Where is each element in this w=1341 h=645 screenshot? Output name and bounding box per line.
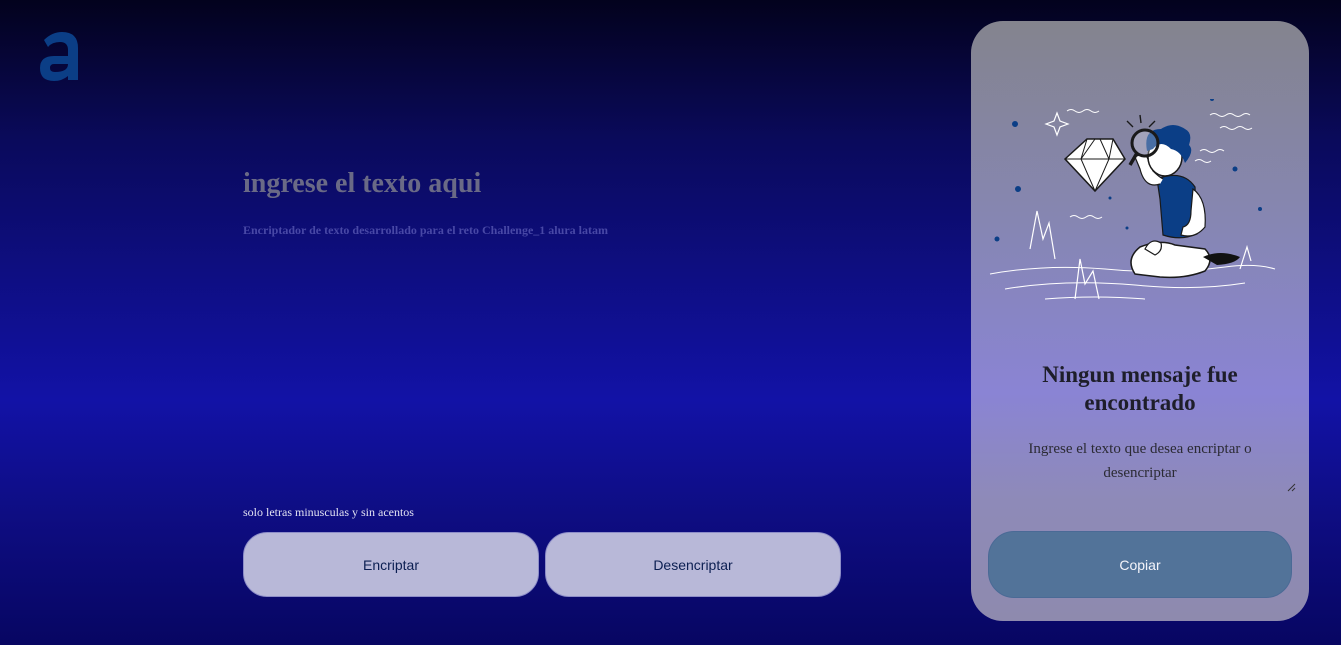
- subtitle: Encriptador de texto desarrollado para e…: [243, 223, 608, 237]
- result-panel: Ningun mensaje fue encontrado Ingrese el…: [971, 21, 1309, 621]
- person-magnifying-diamond-illustration: [989, 99, 1276, 300]
- editor-area: [243, 168, 843, 498]
- text-input[interactable]: [243, 168, 843, 498]
- result-text: Ingrese el texto que desea encriptar o d…: [1028, 441, 1252, 481]
- copy-button[interactable]: Copiar: [988, 531, 1292, 598]
- alura-logo: [40, 32, 78, 81]
- decrypt-button[interactable]: Desencriptar: [545, 532, 841, 597]
- hint-text: solo letras minusculas y sin acentos: [243, 505, 414, 519]
- result-title: Ningun mensaje fue encontrado: [1042, 362, 1238, 415]
- encrypt-button[interactable]: Encriptar: [243, 532, 539, 597]
- resize-handle-icon[interactable]: [1287, 483, 1296, 492]
